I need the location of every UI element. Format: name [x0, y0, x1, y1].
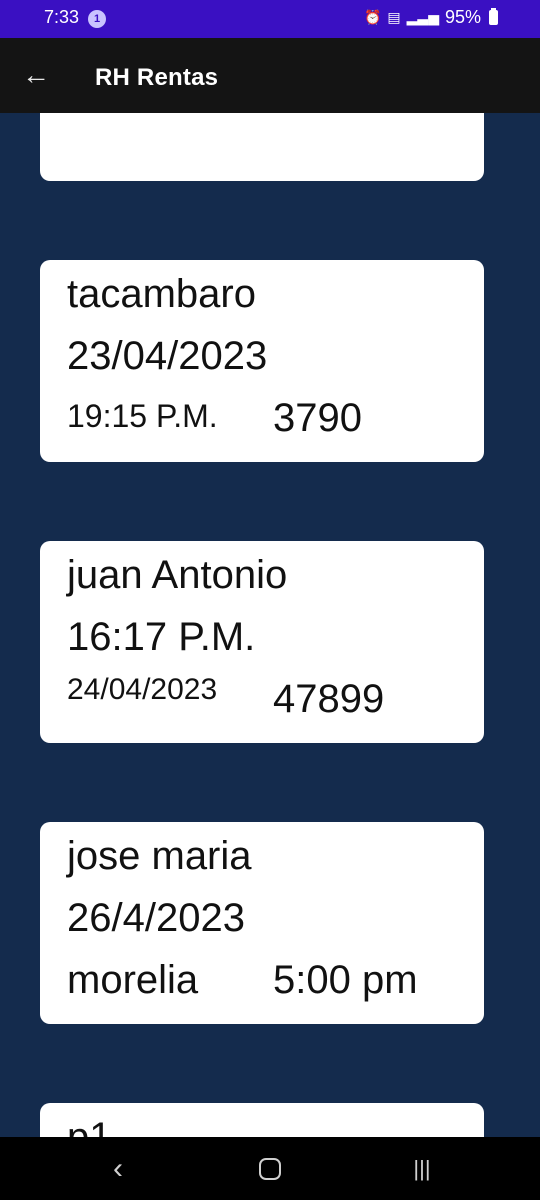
rental-card[interactable] [40, 113, 484, 181]
arrow-left-icon: ← [22, 59, 50, 90]
card-time: 5:00 pm [273, 958, 418, 1002]
system-nav-bar: ‹ ||| [0, 1137, 540, 1200]
volte-icon: ▤ [387, 9, 401, 25]
card-time: 16:17 P.M. [67, 615, 256, 659]
battery-percent: 95% [444, 7, 481, 27]
notification-badge: 1 [88, 10, 106, 28]
card-name: p1 [67, 1115, 112, 1137]
chevron-left-icon: ‹ [113, 1152, 123, 1185]
card-date: 26/4/2023 [67, 896, 245, 940]
card-name: jose maria [67, 834, 252, 878]
app-bar: ← RH Rentas [0, 38, 540, 113]
rental-card[interactable]: jose maria 26/4/2023 morelia 5:00 pm [40, 822, 484, 1024]
status-indicators: ⏰ ▤ ▂▃▅ 95% [364, 7, 498, 28]
back-button[interactable]: ← [14, 58, 58, 94]
rental-card[interactable]: juan Antonio 16:17 P.M. 24/04/2023 47899 [40, 541, 484, 743]
card-date: 24/04/2023 [67, 673, 218, 706]
nav-back-button[interactable]: ‹ [88, 1149, 148, 1189]
page-title: RH Rentas [95, 64, 219, 91]
card-amount: 47899 [273, 677, 385, 721]
card-name: juan Antonio [67, 553, 288, 597]
card-time: 19:15 P.M. [67, 398, 218, 434]
nav-recents-button[interactable]: ||| [392, 1149, 452, 1189]
rentals-list[interactable]: tacambaro 23/04/2023 19:15 P.M. 3790 jua… [0, 113, 540, 1137]
rental-card[interactable]: p1 [40, 1103, 484, 1137]
card-amount: 3790 [273, 396, 362, 440]
nav-home-button[interactable] [240, 1149, 300, 1189]
battery-icon [489, 8, 498, 25]
rental-card[interactable]: tacambaro 23/04/2023 19:15 P.M. 3790 [40, 260, 484, 462]
alarm-icon: ⏰ [363, 9, 382, 25]
status-bar: 7:33 1 ⏰ ▤ ▂▃▅ 95% [0, 0, 540, 38]
card-place: morelia [67, 958, 199, 1002]
recents-icon: ||| [413, 1156, 431, 1181]
status-time: 7:33 [44, 7, 80, 27]
card-date: 23/04/2023 [67, 334, 268, 378]
card-name: tacambaro [67, 272, 256, 316]
signal-icon: ▂▃▅ [406, 9, 439, 25]
home-icon [259, 1158, 281, 1180]
